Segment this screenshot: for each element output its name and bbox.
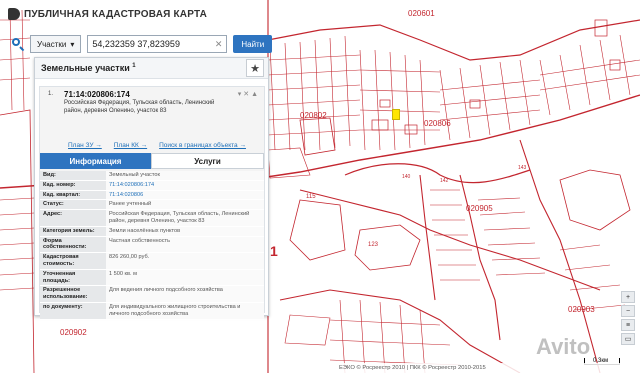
table-row: Кадастровая стоимость: 826 260,00 руб.: [40, 253, 264, 270]
plot-item-number: 1.: [48, 91, 54, 97]
plot-card: 1. 71:14:020806:174 ▾✕▲ Российская Федер…: [39, 86, 265, 320]
table-row: Разрешенное использование: Для ведения ли…: [40, 286, 264, 303]
footer-attribution: ЕЭКО © Росреестр 2010 | ПКК © Росреестр …: [336, 363, 640, 373]
table-row: Кад. квартал: 71:14:020806: [40, 190, 264, 201]
map-label-quarter: 020601: [408, 9, 435, 18]
star-icon[interactable]: ★: [246, 59, 264, 77]
measure-icon[interactable]: ▭: [621, 333, 635, 345]
map-label-quarter: 020806: [424, 119, 451, 128]
panel-tabs: Информация Услуги: [40, 153, 264, 169]
watermark: Avito: [536, 334, 591, 359]
zoom-in-button[interactable]: +: [621, 291, 635, 303]
table-row: по документу: Для индивидуального жилищно…: [40, 302, 264, 320]
table-row: Кад. номер: 71:14:020806:174: [40, 180, 264, 191]
map-label-quarter: 020902: [60, 328, 87, 337]
table-row: Вид: Земельный участок: [40, 171, 264, 181]
map-label-parcel: 123: [368, 242, 379, 248]
map-label-parcel: 115: [306, 194, 316, 200]
table-row: Адрес: Российская Федерация, Тульская обл…: [40, 210, 264, 227]
map-label-parcel: 142: [440, 178, 449, 184]
map-label-quarter: 020905: [466, 204, 493, 213]
footer-text: ЕЭКО © Росреестр 2010 | ПКК © Росреестр …: [339, 365, 486, 371]
table-row: Форма собственности: Частная собственност…: [40, 236, 264, 254]
plot-cad-number[interactable]: 71:14:020806:174: [64, 90, 130, 99]
panel-header: Земельные участки 1 ★: [35, 58, 268, 79]
search-type-label: Участки: [37, 39, 67, 49]
panel-title: Земельные участки 1: [41, 63, 136, 73]
table-row: Категория земель: Земли населённых пункто…: [40, 226, 264, 237]
app-title: ПУБЛИЧНАЯ КАДАСТРОВАЯ КАРТА: [24, 8, 208, 20]
map-label-parcel: 143: [518, 165, 527, 171]
panel-count: 1: [132, 63, 136, 69]
plan-zu-link[interactable]: План ЗУ →: [68, 142, 102, 149]
map-label-district: 1: [270, 243, 278, 259]
map-label-quarter: 020903: [568, 305, 595, 314]
search-input-value: 54,232359 37,823959: [92, 39, 180, 49]
search-in-bounds-link[interactable]: Поиск в границах объекта →: [159, 142, 246, 149]
chevron-down-icon: ▾: [70, 39, 75, 49]
search-type-select[interactable]: Участки ▾: [30, 35, 82, 53]
selected-parcel-highlight[interactable]: [392, 109, 400, 120]
cad-number-link[interactable]: 71:14:020806:174: [106, 180, 264, 190]
land-plots-panel: Земельные участки 1 ★ 1. 71:14:020806:17…: [34, 57, 269, 320]
map-label-quarter: 020802: [300, 111, 327, 120]
layers-icon[interactable]: ≡: [621, 319, 635, 331]
tab-services[interactable]: Услуги: [151, 153, 264, 169]
plot-address: Российская Федерация, Тульская область, …: [64, 100, 215, 114]
table-row: Статус: Ранее учтенный: [40, 200, 264, 211]
search-icon[interactable]: [12, 38, 24, 50]
find-button[interactable]: Найти: [233, 35, 273, 53]
search-input[interactable]: 54,232359 37,823959 ✕: [87, 35, 228, 53]
plan-kk-link[interactable]: План КК →: [114, 142, 147, 149]
info-table: Вид: Земельный участок Кад. номер: 71:14:0…: [40, 171, 264, 320]
cad-quarter-link[interactable]: 71:14:020806: [106, 190, 264, 200]
zoom-out-button[interactable]: −: [621, 305, 635, 317]
plot-links: План ЗУ → План КК → Поиск в границах объ…: [68, 142, 246, 149]
clear-icon[interactable]: ✕: [215, 39, 223, 50]
search-bar: Участки ▾ 54,232359 37,823959 ✕ Найти: [12, 35, 273, 53]
card-controls[interactable]: ▾✕▲: [238, 90, 260, 98]
tab-information[interactable]: Информация: [40, 153, 151, 169]
table-row: Уточненная площадь: 1 500 кв. м: [40, 269, 264, 287]
logo-icon: [8, 8, 20, 20]
map-label-parcel: 140: [402, 174, 411, 180]
map-tools: + − ≡ ▭: [621, 291, 635, 345]
app-logo[interactable]: ПУБЛИЧНАЯ КАДАСТРОВАЯ КАРТА: [8, 8, 207, 20]
